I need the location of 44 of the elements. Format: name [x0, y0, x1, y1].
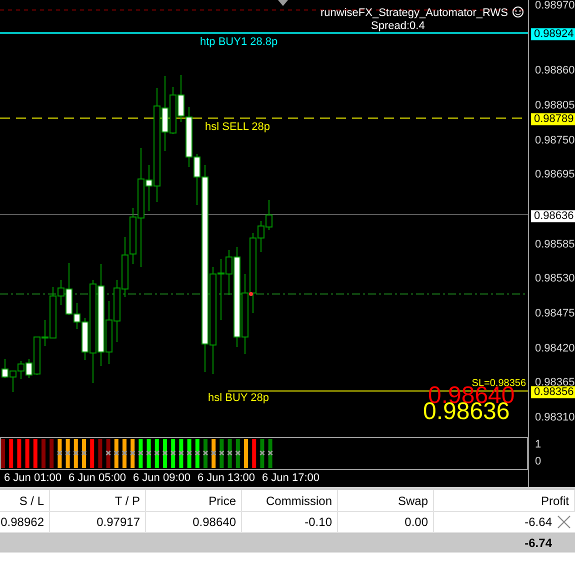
table-cell: 0.97917	[50, 512, 146, 532]
price-label: 0.98695	[535, 170, 575, 181]
price-tag: 0.98924	[531, 28, 575, 40]
time-label: 6 Jun 05:00	[68, 472, 126, 484]
indicator-title: runwiseFX_Strategy_Automator_RWS	[320, 7, 508, 19]
price-readout: 0.98636	[423, 404, 510, 420]
table-cell: 0.98640	[146, 512, 242, 532]
chart-shift-icon	[278, 0, 288, 6]
time-label: 6 Jun 09:00	[133, 472, 190, 484]
price-label: 0.98530	[535, 274, 575, 285]
time-label: 6 Jun 13:00	[198, 472, 255, 484]
column-header[interactable]: Commission	[242, 490, 338, 511]
table-cell: -6.64	[524, 515, 552, 529]
price-tag: 0.98789	[531, 113, 575, 126]
column-header[interactable]: Price	[146, 490, 242, 511]
smiley-icon	[512, 6, 524, 18]
column-header[interactable]: Swap	[338, 490, 434, 511]
level-label: hsl SELL 28p	[205, 121, 270, 134]
table-cell: -0.10	[242, 512, 338, 532]
price-tag: 0.98356	[531, 386, 575, 398]
price-label: 0.98310	[535, 412, 575, 424]
price-label: 0.98585	[535, 238, 575, 250]
price-tag: 0.98636	[531, 210, 575, 222]
indicator-axis-label: 1	[535, 439, 542, 450]
table-cell: 0.98962	[0, 512, 50, 532]
column-header[interactable]: T / P	[50, 490, 146, 511]
column-header[interactable]: Profit	[434, 490, 575, 511]
column-header[interactable]: S / L	[0, 490, 50, 511]
indicator-axis-label: 0	[535, 456, 542, 468]
price-label: 0.98750	[535, 134, 575, 146]
price-label: 0.98860	[535, 66, 575, 77]
spread-label: Spread:0.4	[371, 20, 425, 32]
price-label: 0.98805	[535, 100, 575, 112]
time-label: 6 Jun 01:00	[4, 472, 62, 484]
level-label: hsl BUY 28p	[208, 392, 269, 404]
table-cell: 0.00	[338, 512, 434, 532]
total-profit: -6.74	[524, 536, 552, 550]
price-label: 0.98475	[535, 308, 575, 320]
price-label: 0.98970	[535, 0, 575, 12]
order-marker-icon	[249, 292, 253, 296]
price-label: 0.98420	[535, 342, 575, 354]
close-icon[interactable]	[557, 515, 571, 529]
time-label: 6 Jun 17:00	[262, 472, 320, 484]
level-label: htp BUY1 28.8p	[200, 36, 278, 48]
